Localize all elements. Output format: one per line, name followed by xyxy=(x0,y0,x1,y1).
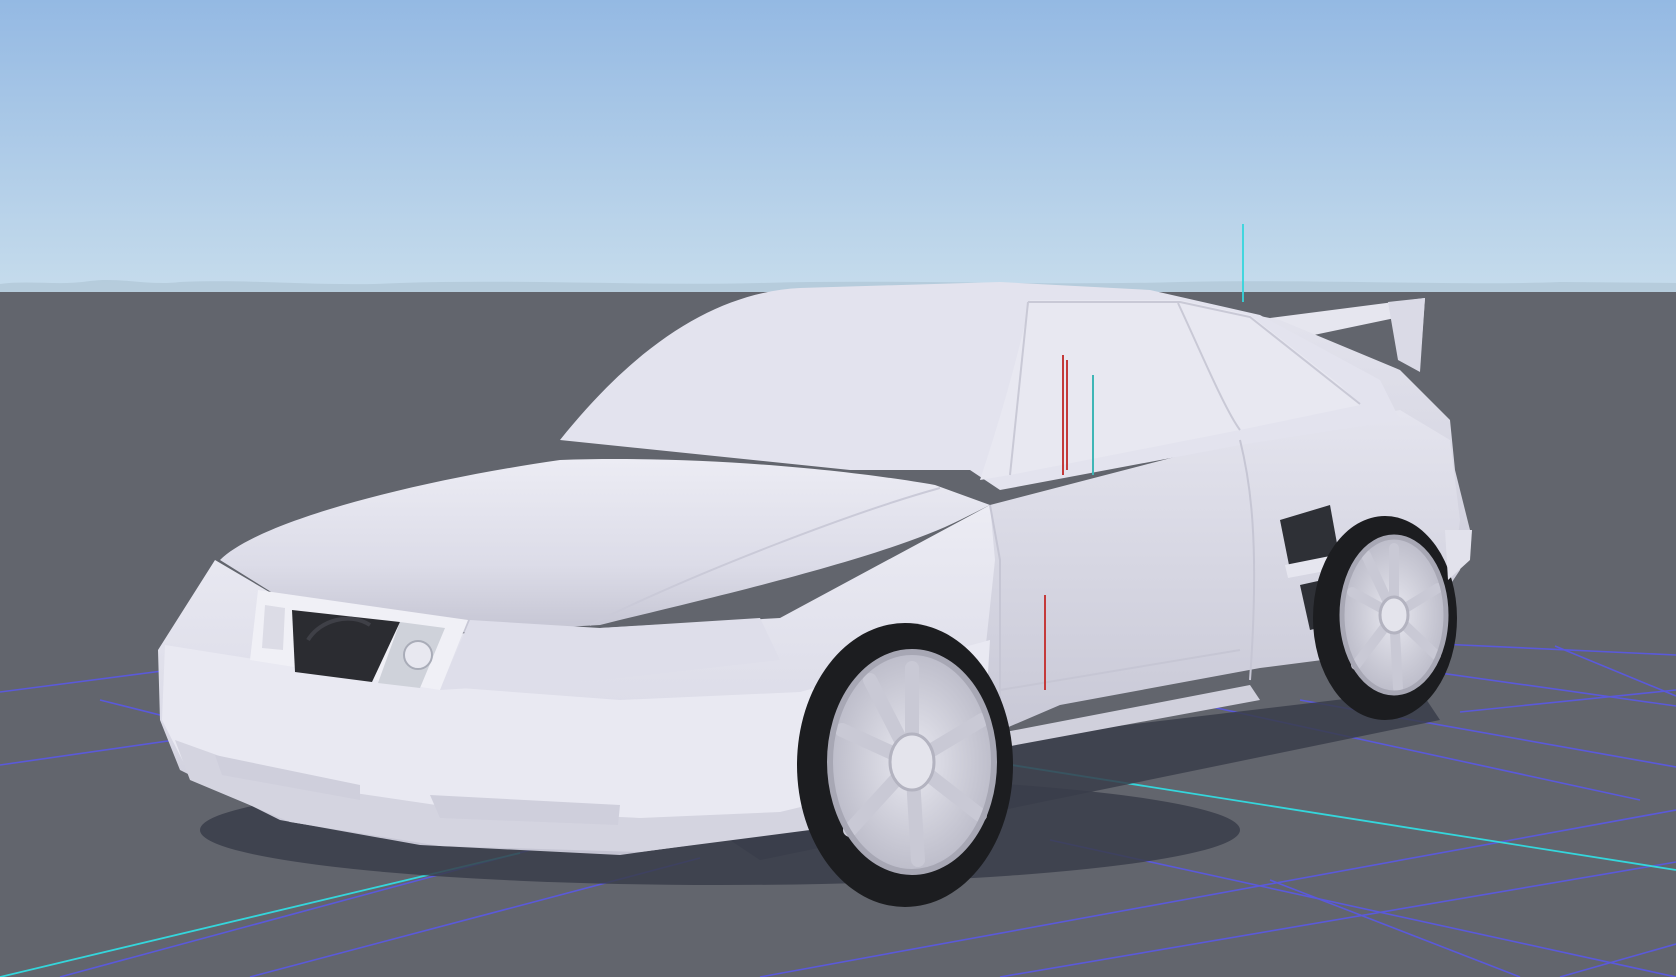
3d-viewport[interactable] xyxy=(0,0,1676,977)
scene-canvas[interactable] xyxy=(0,0,1676,977)
front-wheel xyxy=(797,623,1013,907)
sky-background xyxy=(0,0,1676,292)
rear-wheel xyxy=(1313,516,1457,720)
